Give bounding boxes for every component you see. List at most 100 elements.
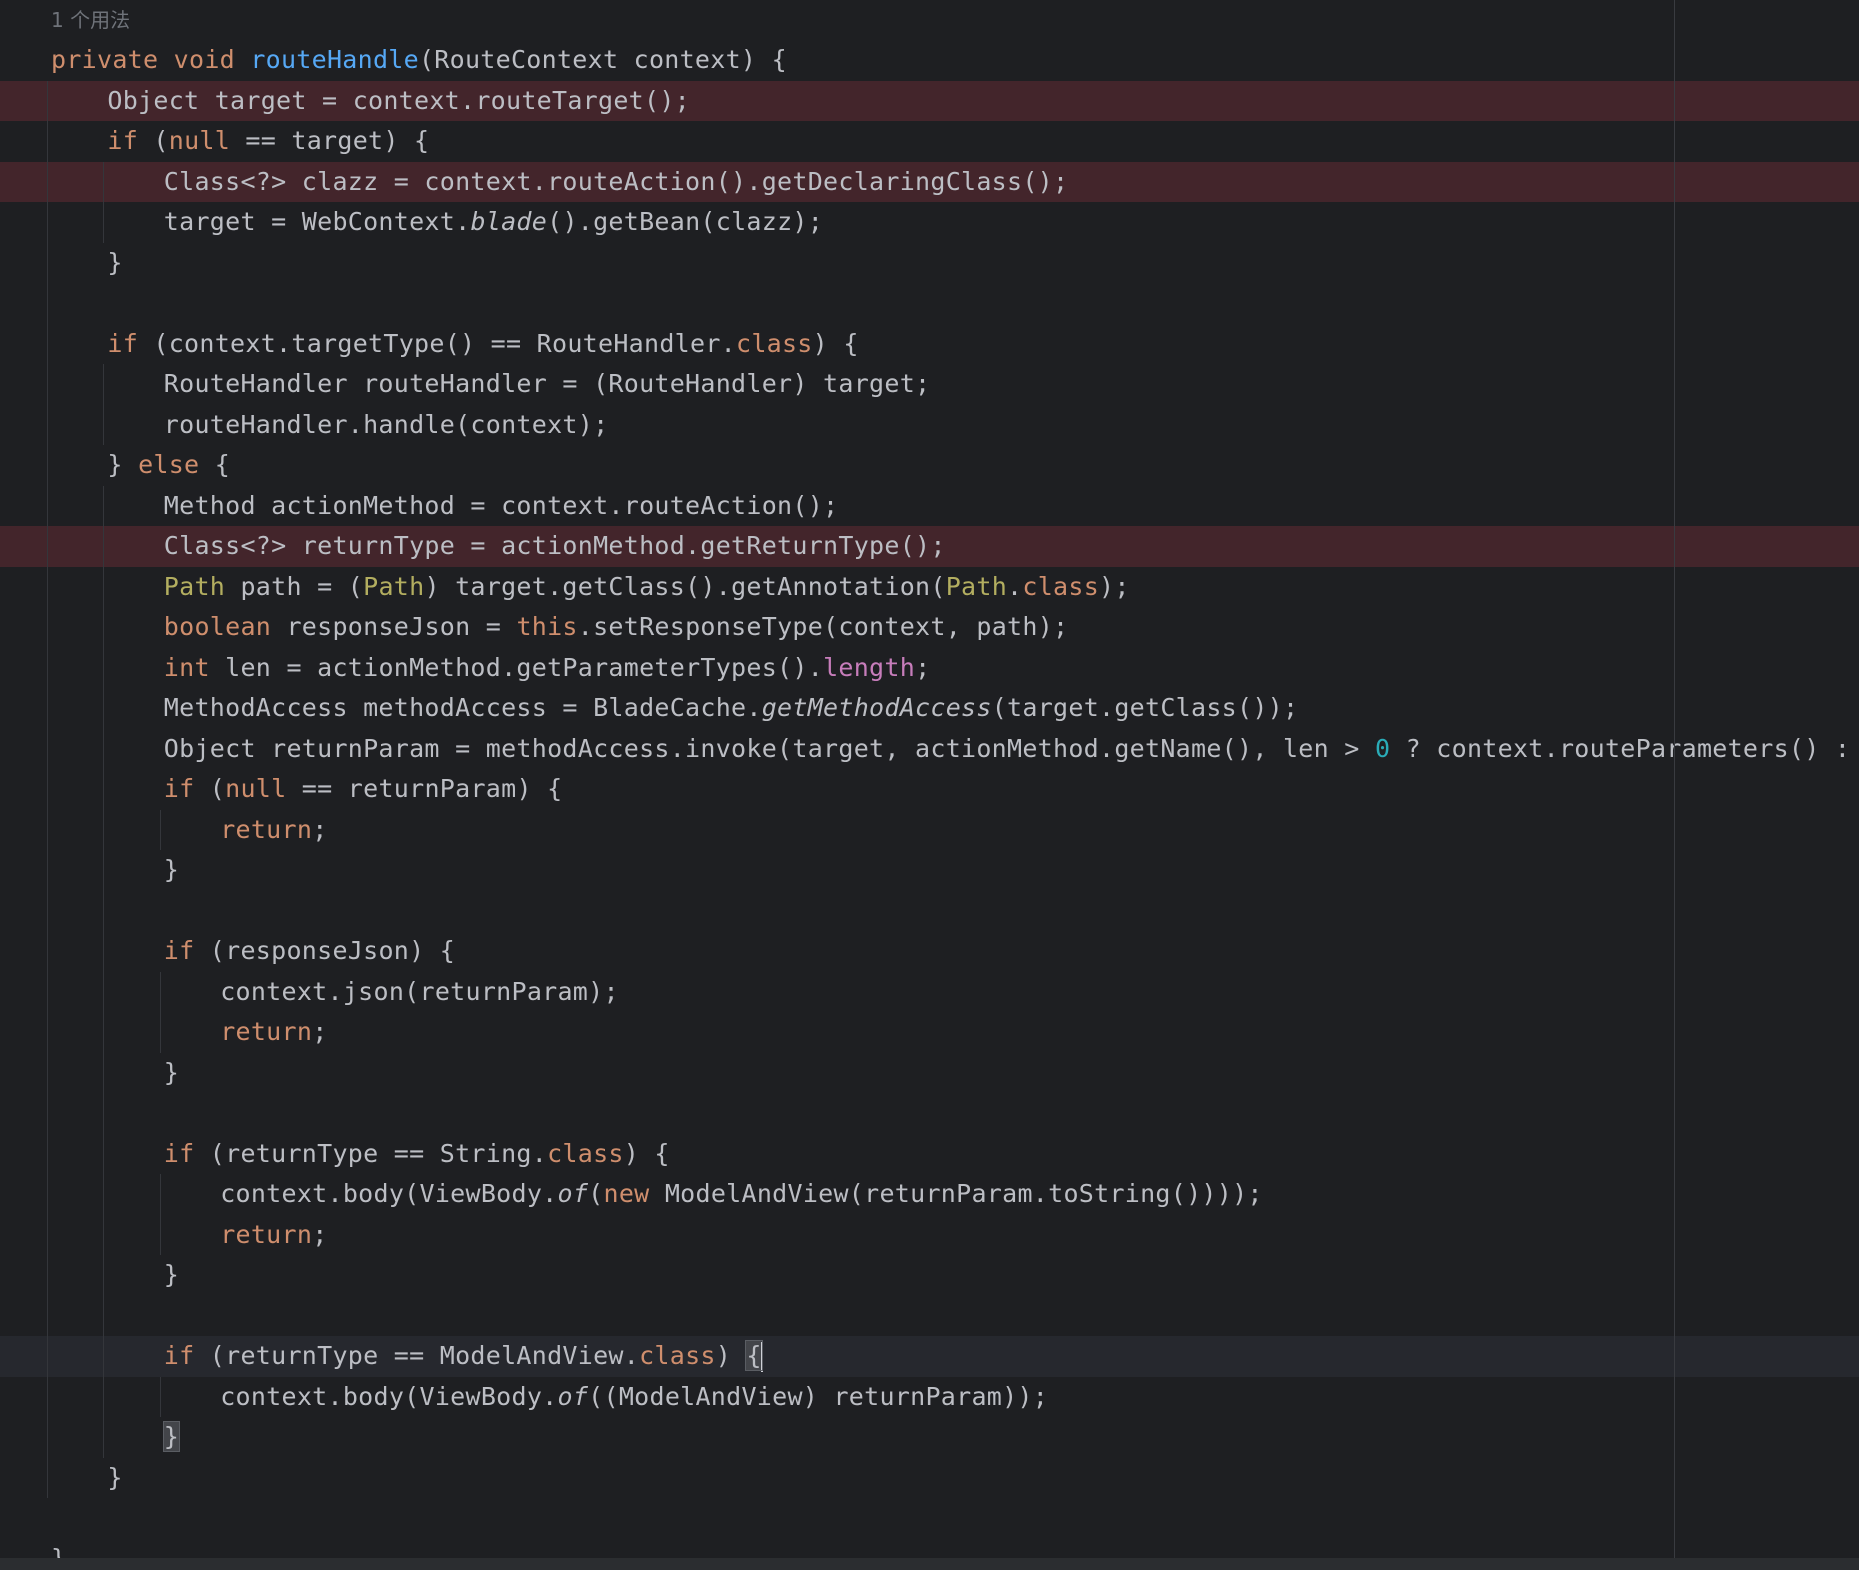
code-line[interactable]: } else { <box>0 445 1859 486</box>
code-token: ( <box>194 774 226 803</box>
code-editor[interactable]: 1 个用法 private void routeHandle(RouteCont… <box>0 0 1859 1570</box>
code-line[interactable]: MethodAccess methodAccess = BladeCache.g… <box>0 688 1859 729</box>
code-line[interactable]: return; <box>0 1215 1859 1256</box>
code-token: len = actionMethod.getParameterTypes(). <box>209 652 824 682</box>
code-line-text: context.body(ViewBody.of(new ModelAndVie… <box>220 1174 1263 1215</box>
code-token: { <box>199 450 231 479</box>
code-line-text: } <box>164 1053 179 1094</box>
code-line-text: private void routeHandle(RouteContext co… <box>51 40 787 81</box>
code-line-text: } <box>164 850 179 891</box>
code-line-text: } <box>164 1255 179 1296</box>
code-line-text: target = WebContext.blade().getBean(claz… <box>164 202 823 243</box>
code-line[interactable]: return; <box>0 1012 1859 1053</box>
code-line-text: return; <box>220 1215 327 1256</box>
code-line-text: if (responseJson) { <box>164 931 455 972</box>
code-line[interactable]: context.body(ViewBody.of((ModelAndView) … <box>0 1377 1859 1418</box>
code-line[interactable]: context.body(ViewBody.of(new ModelAndVie… <box>0 1174 1859 1215</box>
code-token: == target) { <box>230 126 430 155</box>
right-margin-guide <box>1674 0 1675 1558</box>
code-line[interactable]: } <box>0 850 1859 891</box>
code-token: . <box>1007 571 1023 601</box>
code-line[interactable]: int len = actionMethod.getParameterTypes… <box>0 648 1859 689</box>
blank-line[interactable] <box>0 1296 1859 1337</box>
code-token: target = WebContext. <box>163 207 471 236</box>
code-line[interactable]: private void routeHandle(RouteContext co… <box>0 40 1859 81</box>
code-line[interactable]: } <box>0 1053 1859 1094</box>
code-line[interactable]: RouteHandler routeHandler = (RouteHandle… <box>0 364 1859 405</box>
code-line-text: int len = actionMethod.getParameterTypes… <box>164 648 931 689</box>
code-token: null <box>225 774 287 803</box>
code-line[interactable]: return; <box>0 810 1859 851</box>
code-line[interactable]: if (responseJson) { <box>0 931 1859 972</box>
code-token: context.body(ViewBody. <box>220 1179 558 1208</box>
code-line[interactable]: } <box>0 1255 1859 1296</box>
code-line[interactable]: Object target = context.routeTarget(); <box>0 80 1859 121</box>
code-token: (context.targetType() == RouteHandler. <box>138 328 736 358</box>
indent-guide <box>103 161 105 243</box>
code-token: ? context.routeParameters() : <box>1390 733 1859 763</box>
indent-guide <box>159 809 161 850</box>
code-token: Path <box>945 571 1008 601</box>
blank-line[interactable] <box>0 1093 1859 1134</box>
code-line[interactable]: } <box>0 243 1859 284</box>
code-token: Class<?> returnType = actionMethod.getRe… <box>163 531 946 560</box>
indent-guide <box>159 971 161 1053</box>
code-token: class <box>1022 571 1100 601</box>
code-token: private void <box>51 45 251 74</box>
horizontal-scrollbar[interactable] <box>0 1558 1859 1570</box>
code-line[interactable]: if (null == target) { <box>0 121 1859 162</box>
code-token: } <box>163 855 180 884</box>
code-token: if <box>107 126 139 155</box>
code-line[interactable]: if (context.targetType() == RouteHandler… <box>0 324 1859 365</box>
code-line[interactable]: context.json(returnParam); <box>0 972 1859 1013</box>
code-line-text: } <box>107 1458 122 1499</box>
blank-line[interactable] <box>0 1498 1859 1539</box>
usage-hint[interactable]: 1 个用法 <box>51 4 130 36</box>
code-line-text: Path path = (Path) target.getClass().get… <box>164 567 1130 608</box>
code-line-text: if (null == returnParam) { <box>164 769 563 810</box>
indent-guide <box>159 1376 161 1417</box>
code-line-text: Class<?> clazz = context.routeAction().g… <box>164 162 1069 203</box>
code-line[interactable]: if (null == returnParam) { <box>0 769 1859 810</box>
code-line[interactable]: Method actionMethod = context.routeActio… <box>0 486 1859 527</box>
code-line-text: return; <box>220 810 327 851</box>
code-token: ) { <box>623 1138 670 1168</box>
code-line-text: Class<?> returnType = actionMethod.getRe… <box>164 526 946 567</box>
code-token: of <box>557 1179 589 1208</box>
code-token: Class<?> clazz = context.routeAction().g… <box>163 166 1069 196</box>
indent-guide <box>103 485 105 1458</box>
code-token: return <box>220 1219 313 1249</box>
code-line[interactable]: } <box>0 1458 1859 1499</box>
code-line[interactable]: } <box>0 1417 1859 1458</box>
code-line-text: if (returnType == ModelAndView.class) { <box>164 1336 763 1377</box>
code-token: ((ModelAndView) returnParam)); <box>588 1381 1049 1411</box>
code-line[interactable]: Class<?> returnType = actionMethod.getRe… <box>0 526 1859 567</box>
code-line[interactable]: if (returnType == ModelAndView.class) { <box>0 1336 1859 1377</box>
code-token: ) target.getClass().getAnnotation( <box>424 571 946 601</box>
code-token: if <box>163 1138 195 1168</box>
code-line[interactable]: Class<?> clazz = context.routeAction().g… <box>0 161 1859 203</box>
code-token: (returnType == ModelAndView. <box>194 1341 640 1370</box>
code-token: } <box>107 450 139 479</box>
code-token: .setResponseType(context, path); <box>577 612 1069 641</box>
code-area[interactable]: private void routeHandle(RouteContext co… <box>0 40 1859 1570</box>
code-token: == returnParam) { <box>286 774 563 803</box>
code-line-text: } <box>162 1417 181 1458</box>
blank-line[interactable] <box>0 891 1859 932</box>
code-line[interactable]: if (returnType == String.class) { <box>0 1134 1859 1175</box>
code-line[interactable]: boolean responseJson = this.setResponseT… <box>0 607 1859 648</box>
code-line[interactable]: routeHandler.handle(context); <box>0 405 1859 446</box>
code-token: routeHandler.handle(context); <box>163 409 609 439</box>
code-line[interactable]: Object returnParam = methodAccess.invoke… <box>0 729 1859 770</box>
code-line[interactable]: Path path = (Path) target.getClass().get… <box>0 567 1859 608</box>
code-token: ( <box>588 1179 604 1208</box>
code-token: ); <box>1099 571 1130 601</box>
code-token: (responseJson) { <box>194 936 456 965</box>
code-token: Object target = context.routeTarget(); <box>107 85 690 115</box>
code-line[interactable]: target = WebContext.blade().getBean(claz… <box>0 202 1859 243</box>
code-line-text: routeHandler.handle(context); <box>164 405 609 446</box>
code-line-text: if (returnType == String.class) { <box>164 1134 670 1175</box>
code-token: ) { <box>812 328 859 358</box>
blank-line[interactable] <box>0 283 1859 324</box>
code-token: } <box>107 1462 123 1492</box>
